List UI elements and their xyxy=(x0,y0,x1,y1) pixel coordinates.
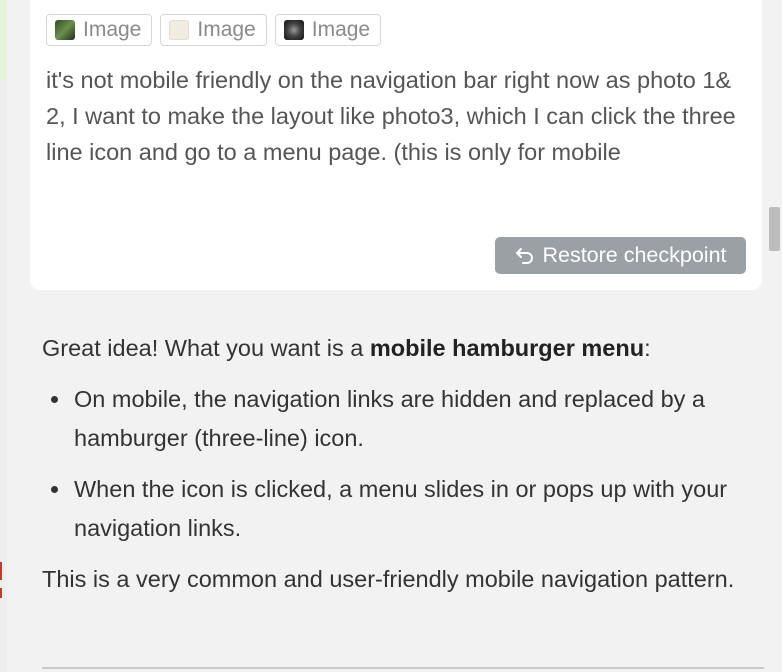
list-item-text: On mobile, the navigation links are hidd… xyxy=(74,386,705,451)
scrollbar-thumb[interactable] xyxy=(769,207,780,251)
bullet-dot xyxy=(51,396,58,403)
intro-bold-text: mobile hamburger menu xyxy=(369,335,645,361)
list-item-text: When the icon is clicked, a menu slides … xyxy=(74,476,728,541)
list-item: On mobile, the navigation links are hidd… xyxy=(42,380,762,458)
restore-checkpoint-button[interactable]: Restore checkpoint xyxy=(495,237,746,274)
attachment-list: Image Image Image xyxy=(46,14,382,46)
attachment-chip[interactable]: Image xyxy=(274,14,382,46)
left-edge-strip xyxy=(0,0,7,672)
user-message-card: Image Image Image it's not mobile friend… xyxy=(30,0,762,290)
attachment-chip[interactable]: Image xyxy=(46,14,153,46)
restore-checkpoint-label: Restore checkpoint xyxy=(542,243,727,267)
bullet-dot xyxy=(51,486,58,493)
bullet-list: On mobile, the navigation links are hidd… xyxy=(42,380,762,548)
attachment-chip[interactable]: Image xyxy=(160,14,267,46)
intro-text: Great idea! What you want is a xyxy=(42,335,370,361)
attachment-label: Image xyxy=(197,18,256,41)
undo-arrow-icon xyxy=(516,247,534,264)
assistant-closing: This is a very common and user-friendly … xyxy=(42,566,735,592)
assistant-intro: Great idea! What you want is a mobile ha… xyxy=(42,329,762,368)
image-thumbnail xyxy=(283,20,304,40)
assistant-message: Great idea! What you want is a mobile ha… xyxy=(42,329,762,599)
list-item: When the icon is clicked, a menu slides … xyxy=(42,470,762,548)
attachment-label: Image xyxy=(311,18,371,41)
left-edge-red-marker xyxy=(0,562,2,580)
intro-suffix: : xyxy=(644,335,651,361)
image-thumbnail xyxy=(55,20,75,40)
attachment-label: Image xyxy=(83,18,142,41)
divider xyxy=(42,667,764,669)
image-thumbnail xyxy=(169,20,190,40)
left-edge-red-marker xyxy=(0,588,2,598)
left-edge-green-highlight xyxy=(0,0,7,80)
user-message-text: it's not mobile friendly on the navigati… xyxy=(46,67,736,165)
